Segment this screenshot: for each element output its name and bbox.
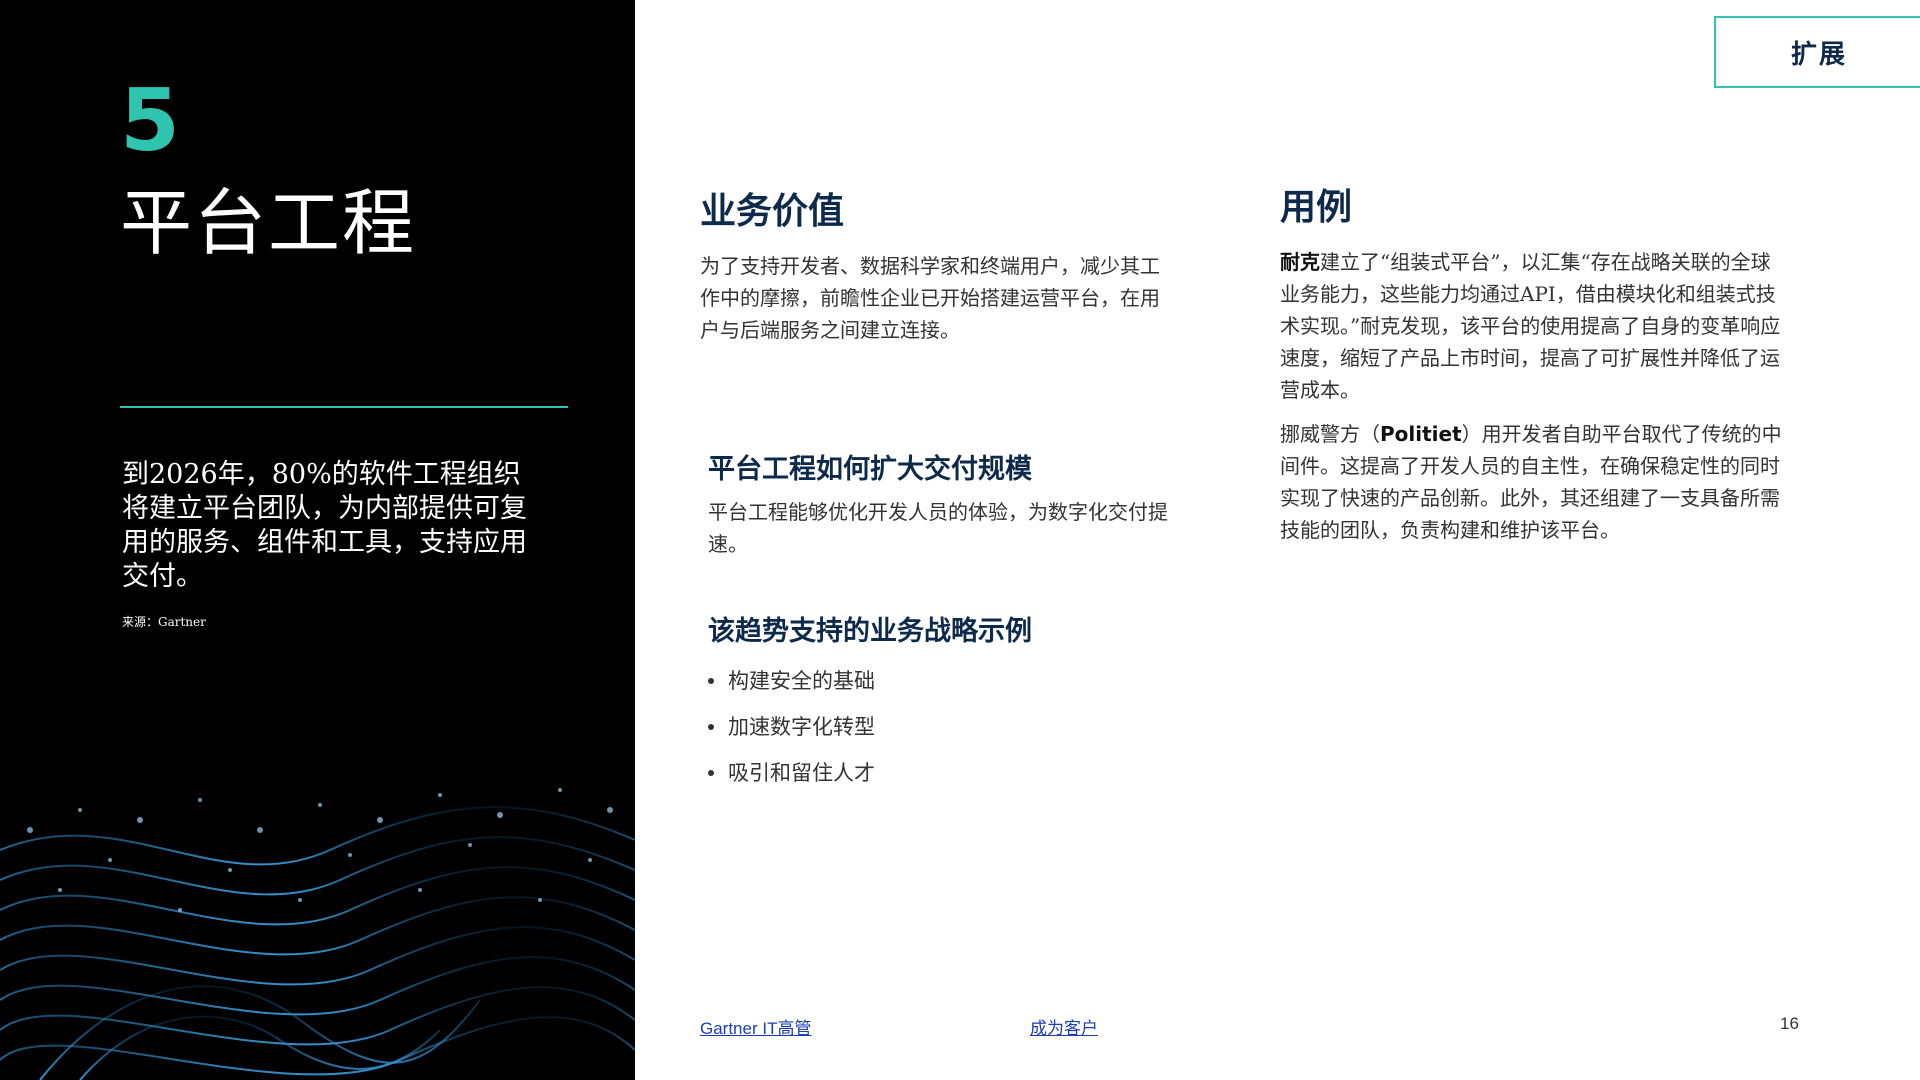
source-note: 来源：Gartner <box>122 615 206 629</box>
bullet-icon <box>708 678 714 684</box>
prediction-text: 到2026年，80%的软件工程组织将建立平台团队，为内部提供可复用的服务、组件和… <box>122 459 527 592</box>
list-item: 构建安全的基础 <box>708 658 875 704</box>
use-case-politiet: 挪威警方（Politiet）用开发者自助平台取代了传统的中间件。这提高了开发人员… <box>1280 418 1790 546</box>
list-item: 加速数字化转型 <box>708 704 875 750</box>
use-case-prefix: 挪威警方（ <box>1280 422 1380 446</box>
company-name: Politiet <box>1380 422 1462 446</box>
page-number: 16 <box>1780 1014 1799 1033</box>
footer-link-become-client[interactable]: 成为客户 <box>1030 1014 1098 1039</box>
trend-number: 5 <box>120 71 180 171</box>
list-item-label: 吸引和留住人才 <box>728 761 875 785</box>
use-cases-heading: 用例 <box>1280 186 1353 228</box>
left-panel: 5 平台工程 到2026年，80%的软件工程组织将建立平台团队，为内部提供可复用… <box>0 0 635 1080</box>
list-item: 吸引和留住人才 <box>708 750 875 796</box>
company-name: 耐克 <box>1280 250 1320 274</box>
wave-decoration <box>0 788 635 1080</box>
strategy-list: 构建安全的基础 加速数字化转型 吸引和留住人才 <box>708 658 875 796</box>
use-case-text: 建立了“组装式平台”，以汇集“存在战略关联的全球业务能力，这些能力均通过API，… <box>1280 250 1781 402</box>
divider <box>120 406 568 408</box>
bullet-icon <box>708 724 714 730</box>
list-item-label: 加速数字化转型 <box>728 715 875 739</box>
strategy-heading: 该趋势支持的业务战略示例 <box>708 616 1032 647</box>
list-item-label: 构建安全的基础 <box>728 669 875 693</box>
extend-button[interactable]: 扩展 <box>1714 16 1920 88</box>
footer-link-gartner-it[interactable]: Gartner IT高管 <box>700 1014 811 1039</box>
scale-delivery-text: 平台工程能够优化开发人员的体验，为数字化交付提速。 <box>708 500 1168 556</box>
bullet-icon <box>708 770 714 776</box>
business-value-heading: 业务价值 <box>700 190 845 232</box>
trend-title: 平台工程 <box>120 181 417 265</box>
scale-delivery-heading: 平台工程如何扩大交付规模 <box>708 454 1032 485</box>
use-case-nike: 耐克建立了“组装式平台”，以汇集“存在战略关联的全球业务能力，这些能力均通过AP… <box>1280 246 1790 406</box>
business-value-text: 为了支持开发者、数据科学家和终端用户，减少其工作中的摩擦，前瞻性企业已开始搭建运… <box>700 254 1160 342</box>
